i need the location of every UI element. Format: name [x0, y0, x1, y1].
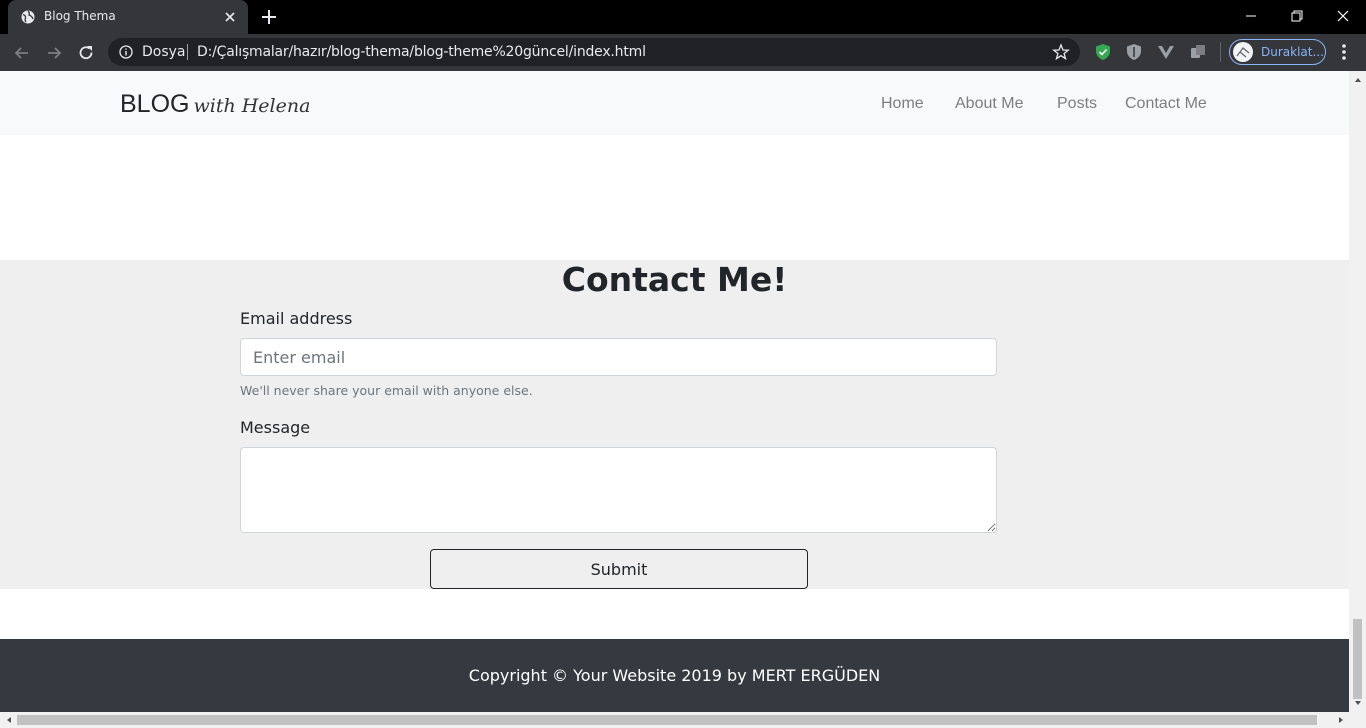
message-field[interactable] [240, 447, 997, 533]
reload-icon[interactable] [76, 43, 96, 63]
new-tab-icon[interactable] [260, 8, 278, 26]
address-bar[interactable]: Dosya D:/Çalışmalar/hazır/blog-thema/blo… [108, 38, 1080, 66]
contact-section: Contact Me! Email address We'll never sh… [0, 260, 1349, 589]
browser-tab[interactable]: Blog Thema [8, 0, 248, 34]
contact-title: Contact Me! [561, 260, 788, 299]
adblock-shield-icon[interactable] [1094, 43, 1112, 61]
nav-link-contact-me[interactable]: Contact Me [1125, 95, 1207, 113]
site-navbar: BLOG with Helena Home About Me Posts Cont… [0, 71, 1349, 135]
scroll-up-arrow-icon[interactable] [1353, 75, 1363, 85]
scroll-right-arrow-icon[interactable] [1336, 715, 1346, 725]
page-viewport: BLOG with Helena Home About Me Posts Cont… [0, 71, 1349, 712]
brand-script-text: with Helena [193, 95, 311, 117]
nav-link-posts[interactable]: Posts [1057, 95, 1097, 113]
nav-link-about-me[interactable]: About Me [955, 95, 1023, 113]
horizontal-scroll-thumb[interactable] [17, 715, 1317, 725]
email-help-text: We'll never share your email with anyone… [240, 383, 533, 398]
horizontal-scrollbar[interactable] [0, 712, 1366, 728]
restore-icon[interactable] [1287, 6, 1307, 26]
brand-text: BLOG [120, 90, 190, 118]
close-window-icon[interactable] [1333, 6, 1353, 26]
email-field[interactable] [240, 338, 997, 376]
site-brand[interactable]: BLOG with Helena [120, 90, 310, 119]
address-divider [187, 44, 188, 60]
globe-icon [21, 10, 35, 24]
back-arrow-icon[interactable] [12, 43, 32, 63]
close-tab-icon[interactable] [222, 9, 238, 25]
site-footer: Copyright © Your Website 2019 by MERT ER… [0, 639, 1349, 712]
profile-label: Duraklat... [1261, 45, 1324, 59]
minimize-icon[interactable] [1241, 6, 1261, 26]
profile-button[interactable]: Duraklat... [1229, 39, 1326, 65]
browser-menu-icon[interactable] [1336, 42, 1352, 62]
avatar [1233, 42, 1253, 62]
forward-arrow-icon[interactable] [44, 43, 64, 63]
translate-extension-icon[interactable] [1189, 43, 1207, 61]
privacy-shield-icon[interactable] [1125, 43, 1143, 61]
nav-link-home[interactable]: Home [881, 95, 924, 113]
vue-devtools-icon[interactable] [1157, 43, 1175, 61]
bookmark-star-icon[interactable] [1052, 43, 1070, 61]
scroll-down-arrow-icon[interactable] [1353, 698, 1363, 708]
submit-button[interactable]: Submit [430, 549, 808, 589]
vertical-scrollbar[interactable] [1349, 71, 1366, 712]
tab-title: Blog Thema [44, 9, 116, 23]
browser-tab-strip: Blog Thema [0, 0, 1366, 34]
avatar-sketch-icon [1236, 47, 1250, 58]
vertical-scroll-thumb[interactable] [1353, 619, 1362, 699]
scroll-left-arrow-icon[interactable] [4, 715, 14, 725]
address-url[interactable]: D:/Çalışmalar/hazır/blog-thema/blog-them… [197, 44, 646, 60]
email-label: Email address [240, 309, 353, 328]
info-icon[interactable] [119, 45, 133, 59]
address-scheme-label: Dosya [142, 44, 186, 60]
message-label: Message [240, 418, 311, 437]
footer-copyright: Copyright © Your Website 2019 by MERT ER… [468, 666, 881, 685]
browser-toolbar: Dosya D:/Çalışmalar/hazır/blog-thema/blo… [0, 34, 1366, 71]
toolbar-divider [1220, 42, 1221, 62]
